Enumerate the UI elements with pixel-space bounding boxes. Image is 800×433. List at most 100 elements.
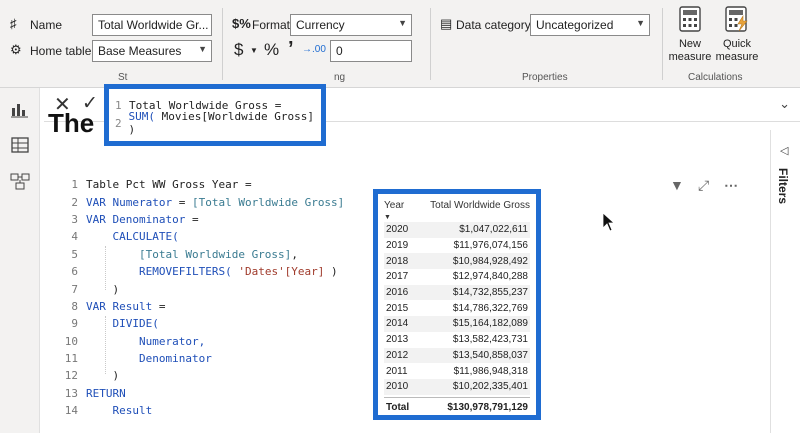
total-value: $130,978,791,129 <box>447 401 528 413</box>
table-row[interactable]: 2013 $13,582,423,731 <box>384 332 530 348</box>
table-row[interactable]: 2010 $10,202,335,401 <box>384 378 530 395</box>
formula-editor[interactable]: 1 Total Worldwide Gross = 2 SUM( Movies[… <box>104 84 326 146</box>
code-line: 10 Numerator, <box>56 333 376 350</box>
format-select[interactable]: Currency ▼ <box>290 14 412 36</box>
code-line: 4 CALCULATE( <box>56 228 376 245</box>
indent-guide <box>105 316 106 374</box>
formula-args: Movies[Worldwide Gross] ) <box>128 110 314 136</box>
table-row[interactable]: 2014 $15,164,182,089 <box>384 316 530 332</box>
data-category-select[interactable]: Uncategorized ▼ <box>530 14 650 36</box>
cell-year: 2012 <box>386 349 409 361</box>
code-line: 2 VAR Numerator = [Total Worldwide Gross] <box>56 193 376 210</box>
report-view-icon[interactable] <box>10 100 30 118</box>
expand-formula-icon[interactable]: ⌄ <box>779 96 790 112</box>
quick-measure-label: Quick measure <box>715 38 759 63</box>
collapse-filters-icon[interactable]: ◁ <box>780 144 788 157</box>
code-line: 13 RETURN <box>56 385 376 402</box>
focus-mode-icon[interactable]: ⤢ <box>698 177 709 194</box>
sort-icon: ▼ <box>384 214 391 221</box>
table-row[interactable]: 2016 $14,732,855,237 <box>384 284 530 301</box>
ribbon: ♯ Name Total Worldwide Gr... ⚙ Home tabl… <box>0 0 800 88</box>
cell-gross: $11,976,074,156 <box>453 240 528 252</box>
table-row[interactable]: 2012 $13,540,858,037 <box>384 347 530 364</box>
model-view-icon[interactable] <box>10 172 30 190</box>
name-input[interactable]: Total Worldwide Gr... <box>92 14 212 36</box>
line-number: 7 <box>71 282 78 296</box>
code-line: 9 DIVIDE( <box>56 315 376 332</box>
code-token: Denominator <box>112 212 186 226</box>
table-row[interactable]: 2011 $11,986,948,318 <box>384 363 530 379</box>
table-row[interactable]: 2019 $11,976,074,156 <box>384 238 530 254</box>
code-token: = <box>172 195 192 209</box>
code-line: 14 Result <box>56 402 376 419</box>
more-options-icon[interactable]: ⋯ <box>724 177 738 194</box>
table-row[interactable]: 2020 $1,047,022,611 <box>384 222 530 238</box>
cell-gross: $13,582,423,731 <box>452 334 528 346</box>
name-label: Name <box>30 18 63 32</box>
home-table-select[interactable]: Base Measures ▼ <box>92 40 212 62</box>
table-row[interactable]: 2015 $14,786,322,769 <box>384 300 530 316</box>
format-value: Currency <box>296 18 345 32</box>
column-header-gross[interactable]: Total Worldwide Gross <box>430 200 530 211</box>
code-token: ) <box>86 282 120 296</box>
data-view-icon[interactable] <box>10 136 30 154</box>
view-sidebar <box>0 88 40 433</box>
line-number: 10 <box>64 334 78 348</box>
cell-gross: $13,540,858,037 <box>452 349 528 361</box>
table-row[interactable]: 2017 $12,974,840,288 <box>384 269 530 285</box>
code-token: Result <box>112 299 153 313</box>
table-row[interactable]: 2018 $10,984,928,492 <box>384 253 530 270</box>
quick-calculator-icon <box>725 6 748 32</box>
currency-button[interactable]: $ <box>234 40 243 60</box>
home-table-label: Home table <box>30 44 92 58</box>
line-number: 14 <box>64 404 78 418</box>
line-number: 2 <box>71 195 78 209</box>
table-body: 2020 $1,047,022,611 2019 $11,976,074,156 201… <box>384 222 530 395</box>
column-header-year[interactable]: Year ▼ <box>384 200 404 222</box>
cell-year: 2014 <box>386 318 409 330</box>
code-token: , <box>291 247 298 261</box>
line-number: 13 <box>64 386 78 400</box>
structure-group-label: St <box>118 72 128 83</box>
data-category-value: Uncategorized <box>536 18 614 32</box>
decimal-places-input[interactable]: 0 <box>330 40 412 62</box>
indent-guide <box>105 246 106 290</box>
cell-year: 2010 <box>386 381 409 393</box>
decimal-value: 0 <box>336 44 343 58</box>
code-token: ) <box>86 369 120 383</box>
cell-gross: $14,786,322,769 <box>452 302 528 314</box>
filters-label: Filters <box>776 168 790 205</box>
quick-measure-button[interactable]: Quick measure <box>714 4 760 68</box>
decimal-button[interactable]: →.00 <box>302 44 326 55</box>
code-token: [Total Worldwide Gross] <box>191 195 345 209</box>
cell-gross: $1,047,022,611 <box>459 224 528 236</box>
cell-year: 2017 <box>386 271 409 283</box>
filter-icon[interactable]: ▼ <box>670 177 684 193</box>
table-visual[interactable]: Year ▼ Total Worldwide Gross 2020 $1,047,0… <box>373 189 541 420</box>
page-title: The <box>48 108 95 138</box>
cell-year: 2016 <box>386 287 409 299</box>
line-number: 1 <box>71 178 78 192</box>
currency-dropdown-icon[interactable]: ▼ <box>250 46 258 55</box>
home-table-icon: ⚙ <box>10 42 22 57</box>
comma-button[interactable]: ’ <box>288 38 294 61</box>
divider <box>430 8 431 80</box>
properties-group-label: Properties <box>522 72 568 83</box>
chevron-down-icon: ▼ <box>198 44 207 54</box>
code-token: Numerator <box>112 195 173 209</box>
chevron-down-icon: ▼ <box>636 18 645 28</box>
code-token: [Total Worldwide Gross] <box>86 247 292 261</box>
format-icon: $% <box>232 16 251 31</box>
cell-year: 2018 <box>386 255 409 267</box>
new-measure-button[interactable]: New measure <box>668 4 712 68</box>
divider <box>222 8 223 80</box>
code-line: 6 REMOVEFILTERS( 'Dates'[Year] ) <box>56 263 376 280</box>
new-measure-label: New measure <box>668 38 712 63</box>
line-number: 8 <box>71 299 78 313</box>
code-token: = <box>185 212 199 226</box>
table-total-row: Total $130,978,791,129 <box>384 396 530 417</box>
percent-button[interactable]: % <box>264 40 279 60</box>
calculator-icon <box>679 6 701 32</box>
cell-gross: $10,202,335,401 <box>452 381 528 393</box>
